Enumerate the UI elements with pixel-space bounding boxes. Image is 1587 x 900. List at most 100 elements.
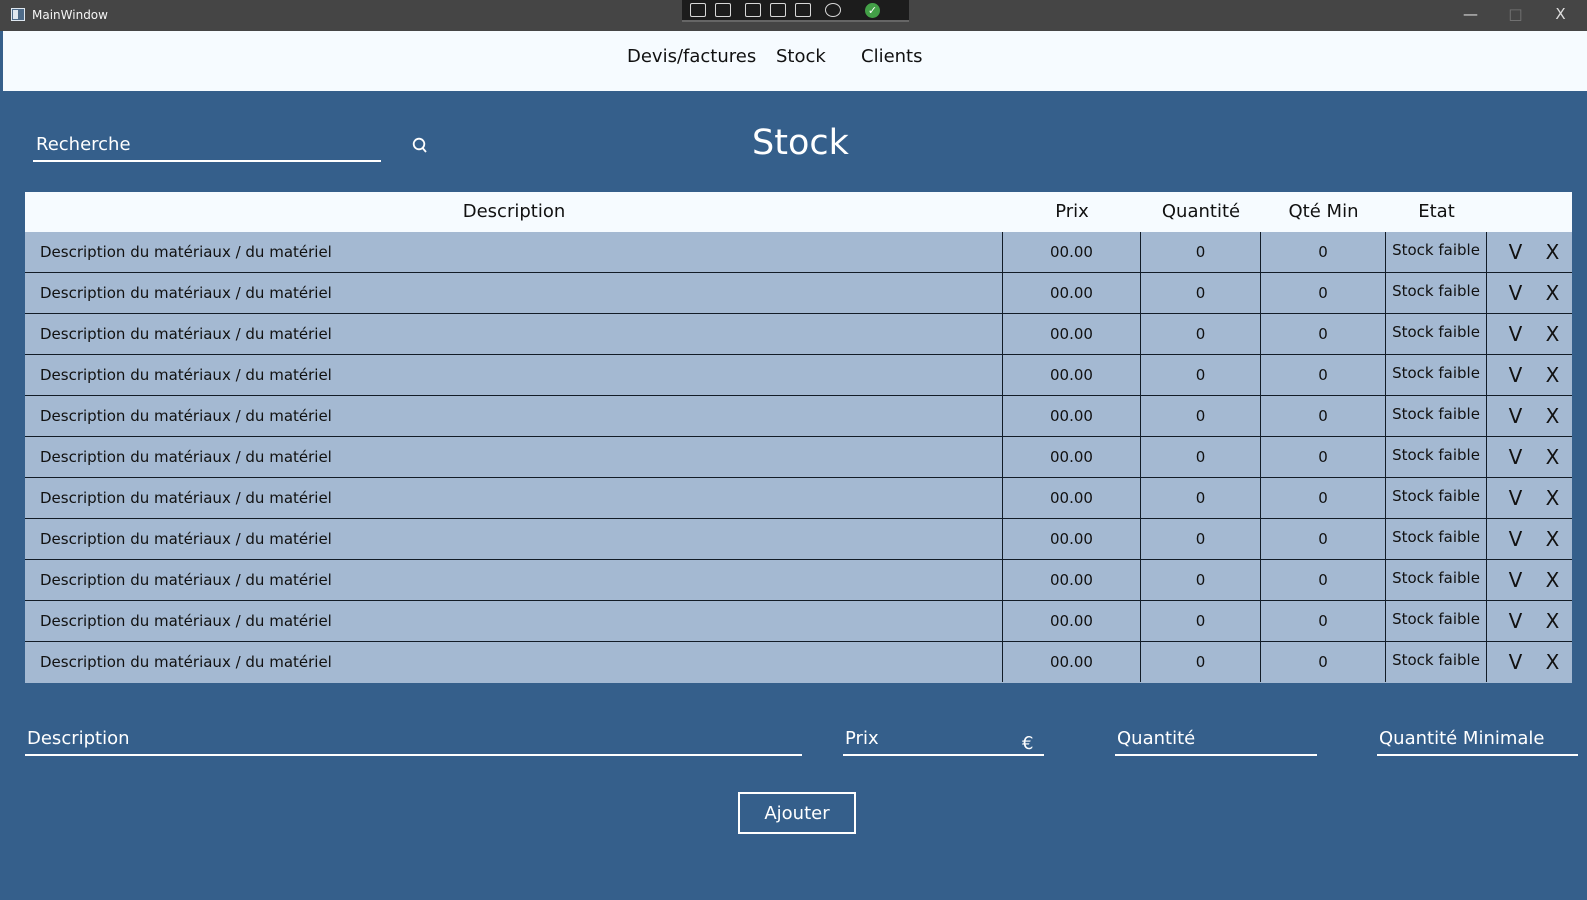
row-description: Description du matériaux / du matériel <box>25 560 1003 600</box>
price-field <box>843 724 1044 756</box>
column-state: Etat <box>1418 201 1455 222</box>
delete-row-button[interactable]: X <box>1540 648 1565 676</box>
delete-row-button[interactable]: X <box>1540 443 1565 471</box>
close-button[interactable]: X <box>1538 0 1583 31</box>
delete-row-button[interactable]: X <box>1540 361 1565 389</box>
row-quantity: 0 <box>1141 560 1261 600</box>
table-row[interactable]: Description du matériaux / du matériel 0… <box>25 601 1572 642</box>
row-min-quantity: 0 <box>1261 560 1386 600</box>
column-price: Prix <box>1055 201 1089 222</box>
quantity-input[interactable] <box>1115 724 1317 753</box>
column-quantity: Quantité <box>1161 201 1241 222</box>
row-state: Stock faible <box>1386 314 1487 354</box>
row-description: Description du matériaux / du matériel <box>25 437 1003 477</box>
row-min-quantity: 0 <box>1261 519 1386 559</box>
frame-icon[interactable] <box>770 3 786 17</box>
validate-row-button[interactable]: V <box>1503 648 1528 676</box>
search-icon[interactable] <box>412 137 429 155</box>
select-element-icon[interactable] <box>690 3 706 17</box>
nav-stock[interactable]: Stock <box>776 46 826 67</box>
row-state: Stock faible <box>1386 478 1487 518</box>
row-state: Stock faible <box>1386 396 1487 436</box>
row-state: Stock faible <box>1386 437 1487 477</box>
row-quantity: 0 <box>1141 642 1261 682</box>
row-min-quantity: 0 <box>1261 478 1386 518</box>
pointer-icon[interactable] <box>745 3 761 17</box>
price-input[interactable] <box>843 724 1044 753</box>
delete-row-button[interactable]: X <box>1540 607 1565 635</box>
row-price: 00.00 <box>1003 437 1141 477</box>
table-row[interactable]: Description du matériaux / du matériel 0… <box>25 478 1572 519</box>
delete-row-button[interactable]: X <box>1540 320 1565 348</box>
camera-icon[interactable] <box>715 3 731 17</box>
table-row[interactable]: Description du matériaux / du matériel 0… <box>25 314 1572 355</box>
row-min-quantity: 0 <box>1261 232 1386 272</box>
row-quantity: 0 <box>1141 232 1261 272</box>
page-title: Stock <box>752 123 849 163</box>
row-price: 00.00 <box>1003 273 1141 313</box>
delete-row-button[interactable]: X <box>1540 402 1565 430</box>
row-quantity: 0 <box>1141 478 1261 518</box>
validate-row-button[interactable]: V <box>1503 361 1528 389</box>
currency-symbol: € <box>1022 733 1034 754</box>
table-header: Description Prix Quantité Qté Min Etat <box>25 192 1572 232</box>
row-description: Description du matériaux / du matériel <box>25 601 1003 641</box>
validate-row-button[interactable]: V <box>1503 484 1528 512</box>
title-bar: MainWindow ✓ — □ X <box>0 0 1587 31</box>
row-min-quantity: 0 <box>1261 396 1386 436</box>
row-min-quantity: 0 <box>1261 355 1386 395</box>
column-description: Description <box>462 201 566 222</box>
delete-row-button[interactable]: X <box>1540 238 1565 266</box>
nav-clients[interactable]: Clients <box>861 46 923 67</box>
delete-row-button[interactable]: X <box>1540 525 1565 553</box>
validate-row-button[interactable]: V <box>1503 320 1528 348</box>
description-input[interactable] <box>25 724 802 753</box>
hot-reload-icon[interactable] <box>825 3 841 17</box>
minimum-quantity-input[interactable] <box>1377 724 1578 753</box>
delete-row-button[interactable]: X <box>1540 279 1565 307</box>
search-field <box>33 129 381 162</box>
table-row[interactable]: Description du matériaux / du matériel 0… <box>25 642 1572 683</box>
window-title: MainWindow <box>32 8 108 22</box>
search-input[interactable] <box>33 129 381 159</box>
table-row[interactable]: Description du matériaux / du matériel 0… <box>25 355 1572 396</box>
row-quantity: 0 <box>1141 601 1261 641</box>
validate-row-button[interactable]: V <box>1503 238 1528 266</box>
validate-row-button[interactable]: V <box>1503 443 1528 471</box>
delete-row-button[interactable]: X <box>1540 566 1565 594</box>
row-price: 00.00 <box>1003 601 1141 641</box>
display-icon[interactable] <box>795 3 811 17</box>
row-quantity: 0 <box>1141 314 1261 354</box>
validate-row-button[interactable]: V <box>1503 525 1528 553</box>
row-price: 00.00 <box>1003 560 1141 600</box>
row-description: Description du matériaux / du matériel <box>25 355 1003 395</box>
row-price: 00.00 <box>1003 314 1141 354</box>
table-row[interactable]: Description du matériaux / du matériel 0… <box>25 396 1572 437</box>
table-row[interactable]: Description du matériaux / du matériel 0… <box>25 232 1572 273</box>
table-row[interactable]: Description du matériaux / du matériel 0… <box>25 437 1572 478</box>
validate-row-button[interactable]: V <box>1503 279 1528 307</box>
row-quantity: 0 <box>1141 519 1261 559</box>
row-state: Stock faible <box>1386 355 1487 395</box>
row-description: Description du matériaux / du matériel <box>25 232 1003 272</box>
row-quantity: 0 <box>1141 355 1261 395</box>
app-window-icon <box>11 8 25 21</box>
table-row[interactable]: Description du matériaux / du matériel 0… <box>25 273 1572 314</box>
validate-row-button[interactable]: V <box>1503 402 1528 430</box>
validate-row-button[interactable]: V <box>1503 607 1528 635</box>
add-button[interactable]: Ajouter <box>738 792 856 834</box>
row-description: Description du matériaux / du matériel <box>25 519 1003 559</box>
table-row[interactable]: Description du matériaux / du matériel 0… <box>25 519 1572 560</box>
row-price: 00.00 <box>1003 642 1141 682</box>
row-quantity: 0 <box>1141 273 1261 313</box>
row-min-quantity: 0 <box>1261 642 1386 682</box>
row-price: 00.00 <box>1003 478 1141 518</box>
description-field <box>25 724 802 756</box>
delete-row-button[interactable]: X <box>1540 484 1565 512</box>
row-quantity: 0 <box>1141 396 1261 436</box>
table-row[interactable]: Description du matériaux / du matériel 0… <box>25 560 1572 601</box>
minimize-button[interactable]: — <box>1448 0 1493 31</box>
validate-row-button[interactable]: V <box>1503 566 1528 594</box>
nav-devis-factures[interactable]: Devis/factures <box>627 46 756 67</box>
row-min-quantity: 0 <box>1261 437 1386 477</box>
